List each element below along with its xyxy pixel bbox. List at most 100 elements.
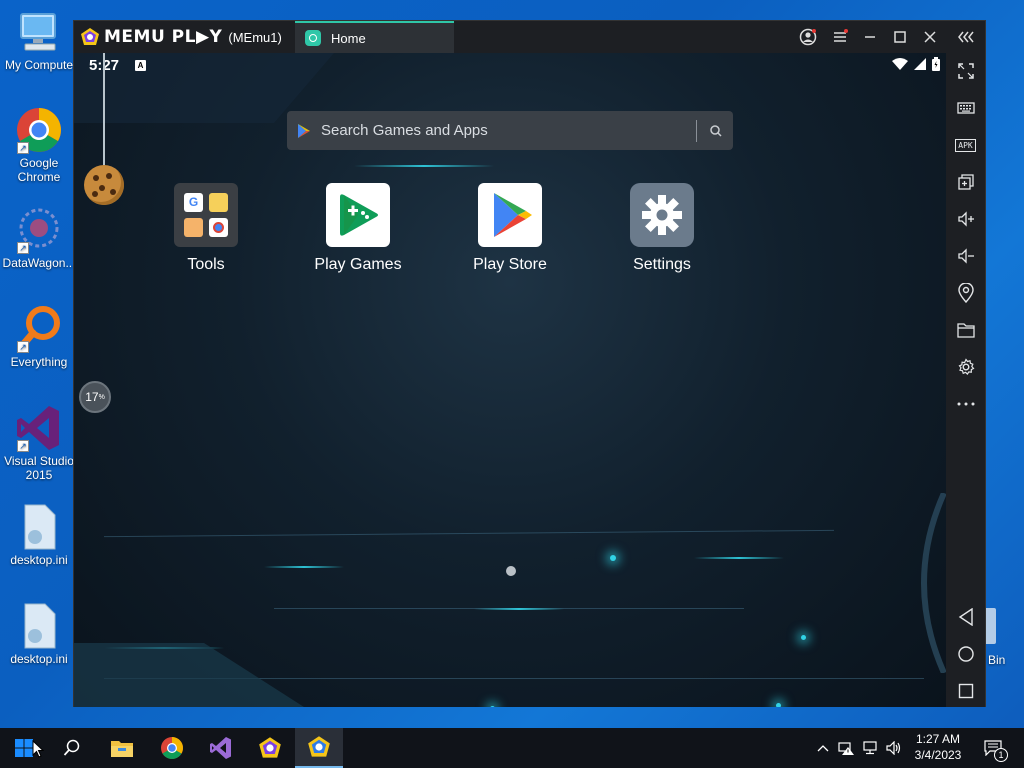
- tray-network[interactable]: [860, 728, 882, 768]
- desktop-icon-datawagon[interactable]: ↗ DataWagon...: [2, 206, 76, 270]
- apk-install-button[interactable]: APK: [946, 130, 985, 160]
- desktop-icon-label: My Compute: [4, 58, 74, 72]
- shortcut-arrow-icon: ↗: [17, 341, 29, 353]
- bg-glow-dot: [610, 555, 616, 561]
- network-warning-icon: [838, 742, 854, 755]
- tray-network-alert[interactable]: [835, 728, 857, 768]
- location-button[interactable]: [946, 278, 985, 308]
- desktop-icon-google-chrome[interactable]: ↗ Google Chrome: [2, 106, 76, 184]
- search-bar[interactable]: Search Games and Apps: [287, 111, 733, 150]
- settings-button[interactable]: [946, 352, 985, 382]
- taskbar-chrome[interactable]: [148, 728, 196, 768]
- play-store-icon: [478, 183, 542, 247]
- hamburger-menu-icon: [834, 29, 848, 42]
- network-icon: [863, 741, 877, 755]
- double-chevron-left-icon: [958, 31, 974, 43]
- fullscreen-icon: [957, 63, 974, 79]
- taskbar-memu-multi[interactable]: [246, 728, 294, 768]
- progress-overlay[interactable]: 17%: [79, 381, 111, 413]
- recycle-bin-label: Bin: [988, 653, 1006, 667]
- search-icon[interactable]: [709, 124, 723, 138]
- home-icon: [957, 646, 974, 662]
- fullscreen-button[interactable]: [946, 56, 985, 86]
- desktop-icon-desktop-ini-1[interactable]: desktop.ini: [2, 503, 76, 567]
- visual-studio-icon: [210, 737, 231, 759]
- bg-glow-dot: [776, 703, 781, 707]
- memu-sidebar: APK: [946, 53, 985, 707]
- progress-unit: %: [98, 393, 105, 401]
- datawagon-icon: ↗: [15, 206, 63, 254]
- chrome-icon: [161, 737, 183, 759]
- menu-button[interactable]: [826, 21, 854, 53]
- app-play-games[interactable]: Play Games: [308, 183, 408, 274]
- desktop-icon-label: desktop.ini: [10, 652, 68, 666]
- desktop-icon-label: Visual Studio 2015: [4, 454, 74, 482]
- close-button[interactable]: [916, 21, 944, 53]
- desktop-icon-visual-studio[interactable]: ↗ Visual Studio 2015: [2, 404, 76, 482]
- desktop-icon-label: desktop.ini: [10, 553, 68, 567]
- notification-count-badge: 1: [994, 748, 1008, 762]
- app-label: Settings: [633, 256, 691, 273]
- collapse-sidebar-button[interactable]: [952, 21, 980, 53]
- clock-date: 3/4/2023: [914, 748, 962, 762]
- bg-streak: [264, 566, 344, 568]
- volume-down-button[interactable]: [946, 241, 985, 271]
- volume-down-icon: [957, 248, 974, 264]
- search-placeholder: Search Games and Apps: [321, 122, 488, 139]
- cookie-widget-icon[interactable]: [84, 165, 124, 205]
- keyboard-button[interactable]: [946, 93, 985, 123]
- tray-show-hidden[interactable]: [813, 728, 833, 768]
- app-settings[interactable]: Settings: [612, 183, 712, 274]
- search-divider: [696, 119, 697, 142]
- search-icon: [63, 739, 80, 756]
- app-label: Play Games: [314, 256, 402, 273]
- keyboard-icon: [956, 102, 975, 114]
- taskbar-clock[interactable]: 1:27 AM 3/4/2023: [905, 731, 971, 763]
- account-button[interactable]: [794, 21, 822, 53]
- android-home-button[interactable]: [946, 639, 985, 669]
- desktop-icon-my-computer[interactable]: My Compute: [2, 8, 76, 72]
- desktop-icon-everything[interactable]: ↗ Everything: [2, 305, 76, 369]
- multi-window-icon: [957, 174, 974, 190]
- taskbar-file-explorer[interactable]: [98, 728, 146, 768]
- back-icon: [958, 608, 973, 626]
- more-button[interactable]: [946, 389, 985, 419]
- desktop-icon-desktop-ini-2[interactable]: desktop.ini: [2, 602, 76, 666]
- location-icon: [957, 283, 974, 303]
- account-icon: [799, 28, 817, 46]
- tools-folder-icon: G: [174, 183, 238, 247]
- app-tools[interactable]: G Tools: [156, 183, 256, 274]
- tab-home[interactable]: Home: [295, 21, 454, 53]
- bg-glow-dot: [801, 635, 806, 640]
- settings-icon: [958, 358, 974, 376]
- mouse-cursor-icon: [32, 740, 44, 758]
- volume-icon: [886, 741, 901, 755]
- memu-brand: MEMU PL▶Y (MEmu1): [74, 21, 294, 53]
- bg-arc: [921, 493, 946, 673]
- maximize-button[interactable]: [886, 21, 914, 53]
- memu-titlebar[interactable]: MEMU PL▶Y (MEmu1) Home: [74, 21, 985, 53]
- chevron-up-icon: [817, 745, 829, 752]
- android-recents-button[interactable]: [946, 676, 985, 706]
- memu-multi-icon: [259, 737, 281, 758]
- memu-logo-icon: [80, 27, 100, 47]
- visual-studio-icon: ↗: [15, 404, 63, 452]
- app-label: Play Store: [473, 256, 547, 273]
- bg-streak: [474, 608, 564, 610]
- more-icon: [957, 402, 974, 406]
- android-back-button[interactable]: [946, 602, 985, 632]
- taskbar-visual-studio[interactable]: [197, 728, 245, 768]
- recents-icon: [958, 683, 973, 699]
- tray-volume[interactable]: [883, 728, 905, 768]
- app-label: Tools: [187, 256, 225, 273]
- shared-folder-button[interactable]: [946, 315, 985, 345]
- android-screen[interactable]: 5:27 A 17% Search Games and Apps G: [74, 53, 946, 707]
- battery-icon: [932, 57, 940, 71]
- action-center-button[interactable]: 1: [978, 728, 1008, 768]
- multi-window-button[interactable]: [946, 167, 985, 197]
- taskbar-memu-active[interactable]: [295, 728, 343, 768]
- app-play-store[interactable]: Play Store: [460, 183, 560, 274]
- minimize-button[interactable]: [856, 21, 884, 53]
- taskbar-search-button[interactable]: [48, 728, 96, 768]
- volume-up-button[interactable]: [946, 204, 985, 234]
